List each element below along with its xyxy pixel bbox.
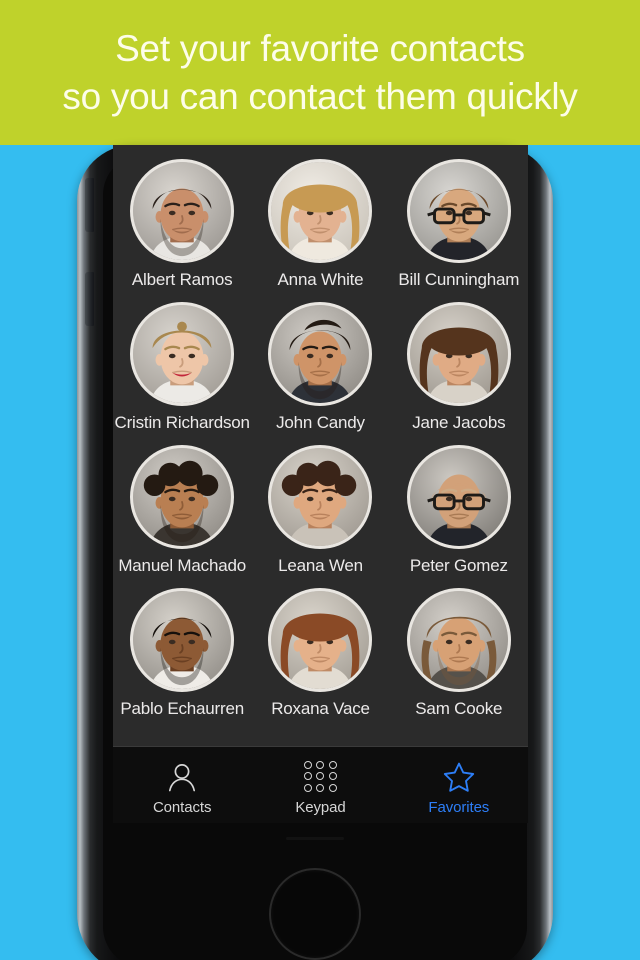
tab-keypad[interactable]: Keypad [251,747,389,823]
contact-name: Pablo Echaurren [120,699,244,718]
tab-bar: Contacts Keypad Favorites [113,746,528,823]
star-icon [442,761,476,793]
avatar[interactable] [406,159,511,263]
favorite-contact-cell[interactable]: Sam Cooke [390,588,528,731]
avatar[interactable] [130,159,235,263]
favorite-contact-cell[interactable]: Cristin Richardson [113,302,251,445]
contact-name: Jane Jacobs [412,413,506,432]
avatar[interactable] [268,159,373,263]
volume-up-button[interactable] [85,178,94,232]
phone-screen: Albert Ramos Anna White Bill Cunningham … [113,145,528,823]
favorite-contact-cell[interactable]: John Candy [251,302,389,445]
contact-name: John Candy [276,413,365,432]
home-button[interactable] [269,868,361,960]
avatar[interactable] [406,445,511,549]
favorite-contact-cell[interactable]: Bill Cunningham [390,159,528,302]
contact-name: Roxana Vace [271,699,370,718]
contact-name: Albert Ramos [131,270,233,289]
tab-contacts[interactable]: Contacts [113,747,251,823]
favorite-contact-cell[interactable]: Pablo Echaurren [113,588,251,731]
avatar[interactable] [406,302,511,406]
contact-name: Sam Cooke [415,699,503,718]
avatar[interactable] [268,302,373,406]
contact-name: Leana Wen [278,556,363,575]
speaker-grille [286,837,344,840]
avatar[interactable] [130,588,235,692]
contact-name: Anna White [277,270,364,289]
contact-name: Manuel Machado [118,556,246,575]
tab-keypad-label: Keypad [295,798,346,816]
contact-name: Bill Cunningham [398,270,520,289]
avatar[interactable] [406,588,511,692]
favorite-contact-cell[interactable]: Roxana Vace [251,588,389,731]
avatar[interactable] [268,588,373,692]
favorite-contact-cell[interactable]: Manuel Machado [113,445,251,588]
contact-name: Cristin Richardson [114,413,250,432]
avatar[interactable] [130,445,235,549]
volume-down-button[interactable] [85,272,94,326]
avatar[interactable] [130,302,235,406]
favorite-contact-cell[interactable]: Leana Wen [251,445,389,588]
promo-headline-line-1: Set your favorite contacts [115,27,525,69]
promo-headline-line-2: so you can contact them quickly [62,75,578,117]
favorite-contact-cell[interactable]: Anna White [251,159,389,302]
favorite-contact-cell[interactable]: Peter Gomez [390,445,528,588]
tab-favorites[interactable]: Favorites [390,747,528,823]
favorite-contact-cell[interactable]: Jane Jacobs [390,302,528,445]
tab-favorites-label: Favorites [428,798,490,816]
avatar[interactable] [268,445,373,549]
favorites-grid: Albert Ramos Anna White Bill Cunningham … [113,145,528,746]
phone-device: Albert Ramos Anna White Bill Cunningham … [63,145,567,960]
keypad-icon [303,760,337,793]
favorite-contact-cell[interactable]: Albert Ramos [113,159,251,302]
person-icon [165,761,199,793]
promo-banner: Set your favorite contacts so you can co… [0,0,640,145]
contact-name: Peter Gomez [409,556,508,575]
tab-contacts-label: Contacts [152,798,212,816]
